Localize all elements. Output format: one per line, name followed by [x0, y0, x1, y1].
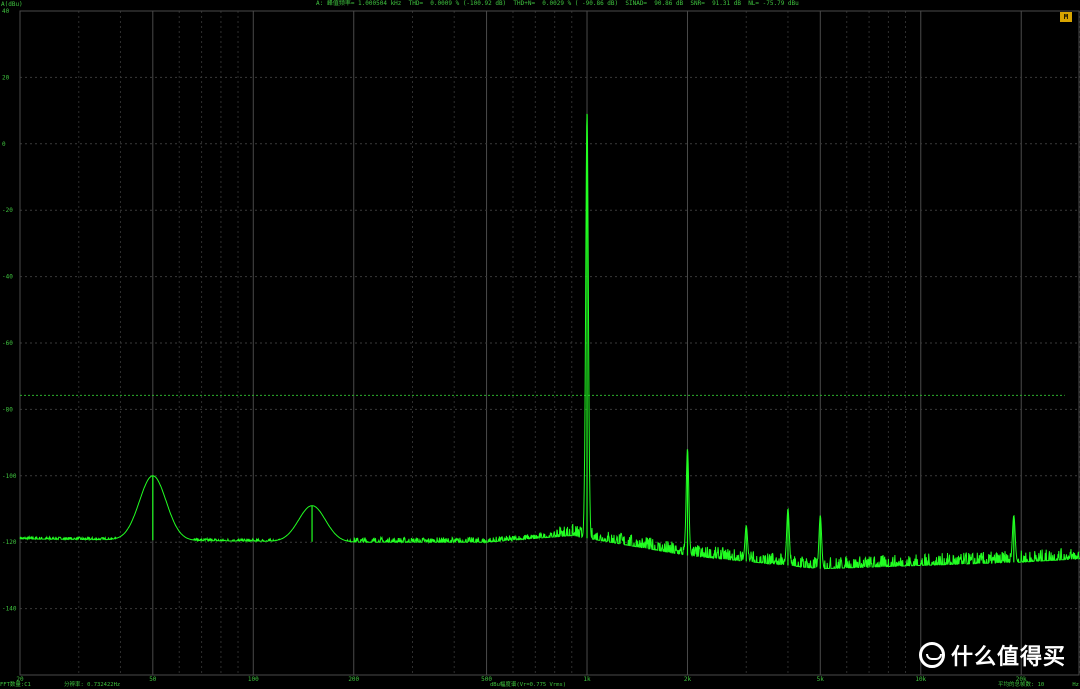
- axis-ticks: 40200-20-40-60-80-100-120-14020 50 100 200 5…: [2, 8, 1027, 683]
- y-tick-label: -140: [2, 606, 17, 613]
- y-tick-label: 20: [2, 74, 10, 81]
- watermark-text: 什么值得买: [950, 645, 1066, 670]
- status-footer: FFT数量:C1 分辨率: 0.732422Hz dBu幅度谱(Vr=0.775…: [0, 677, 1080, 689]
- resolution-label: 分辨率: 0.732422Hz: [64, 682, 121, 688]
- spectrum-chart[interactable]: 40200-20-40-60-80-100-120-14020 50 100 200 5…: [0, 0, 1080, 689]
- y-tick-label: -120: [2, 539, 17, 546]
- average-frames-label: 平均的总帧数: 10: [998, 682, 1045, 688]
- y-tick-label: 0: [2, 141, 6, 148]
- y-tick-label: 40: [2, 8, 10, 15]
- spectrum-mode-label: dBu幅度谱(Vr=0.775 Vrms): [490, 682, 567, 688]
- y-tick-label: -100: [2, 473, 17, 480]
- peak-marks: [152, 113, 1015, 569]
- y-tick-label: -20: [2, 207, 13, 214]
- watermark: 什么值得买: [918, 639, 1066, 671]
- fft-analyzer-view: A(dBu) A: 峰值频率= 1.000504 kHz THD= 0.0009…: [0, 0, 1080, 689]
- fft-count-label: FFT数量:C1: [0, 682, 31, 688]
- y-tick-label: -60: [2, 340, 13, 347]
- smzdm-logo-icon: [918, 642, 945, 668]
- x-axis-unit-label: Hz: [1072, 682, 1079, 688]
- grid: [19, 10, 1080, 676]
- y-tick-label: -40: [2, 274, 13, 281]
- y-tick-label: -80: [2, 406, 13, 413]
